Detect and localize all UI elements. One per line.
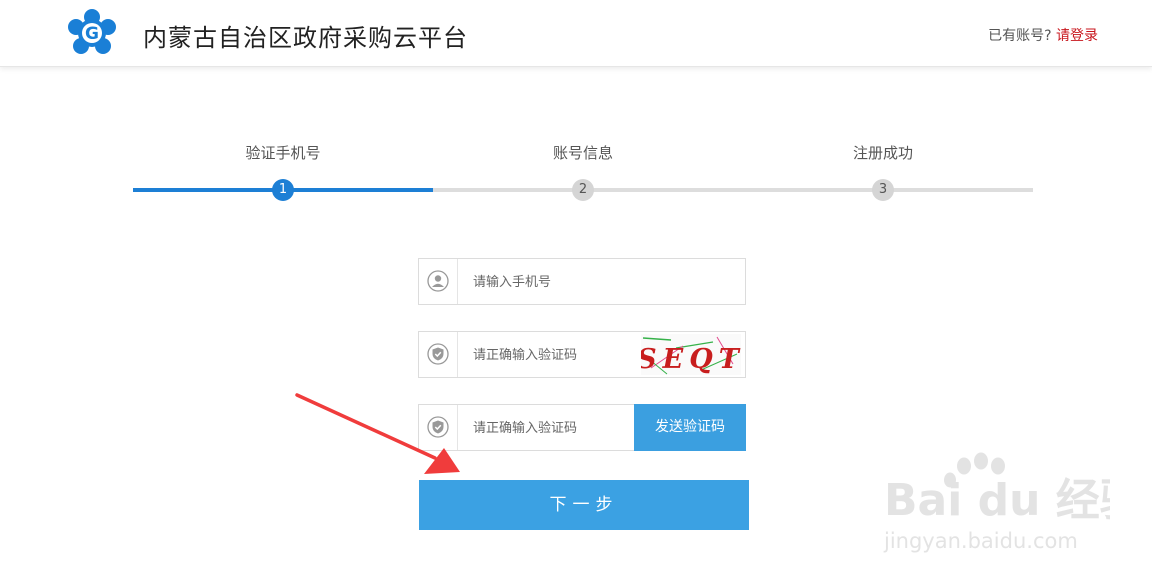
registration-steps: 验证手机号 账号信息 注册成功 1 2 3 bbox=[133, 140, 1033, 210]
baidu-jingyan-watermark: Bai du 经验 jingyan.baidu.com bbox=[883, 452, 1110, 553]
shield-check-icon bbox=[427, 343, 449, 365]
phone-input[interactable] bbox=[473, 270, 638, 294]
login-link[interactable]: 请登录 bbox=[1056, 28, 1098, 44]
captcha-field-icon-box bbox=[419, 332, 458, 377]
user-icon bbox=[427, 270, 449, 292]
watermark-brand-text: Bai du 经验 bbox=[884, 475, 1110, 526]
captcha-image[interactable]: SEQT bbox=[641, 334, 741, 375]
step-marker-2: 2 bbox=[572, 179, 594, 201]
watermark-url: jingyan.baidu.com bbox=[883, 529, 1078, 553]
svg-text:G: G bbox=[85, 24, 99, 44]
top-header: G 内蒙古自治区政府采购云平台 已有账号? 请登录 bbox=[0, 0, 1152, 67]
platform-logo-icon[interactable]: G bbox=[66, 9, 118, 57]
step-label-registration-success: 注册成功 bbox=[852, 144, 914, 162]
login-area: 已有账号? 请登录 bbox=[988, 25, 1098, 45]
site-title: 内蒙古自治区政府采购云平台 bbox=[143, 24, 468, 52]
red-arrow-annotation-icon bbox=[295, 393, 460, 474]
step-marker-1: 1 bbox=[272, 179, 294, 201]
phone-field bbox=[418, 258, 746, 305]
login-prompt: 已有账号? bbox=[988, 28, 1052, 44]
step-marker-3: 3 bbox=[872, 179, 894, 201]
captcha-input[interactable] bbox=[473, 343, 638, 367]
step-label-verify-phone: 验证手机号 bbox=[245, 144, 321, 162]
captcha-field: SEQT bbox=[418, 331, 746, 378]
captcha-text: SEQT bbox=[641, 344, 741, 375]
sms-code-input[interactable] bbox=[473, 416, 638, 440]
phone-field-icon-box bbox=[419, 259, 458, 304]
step-label-account-info: 账号信息 bbox=[552, 144, 614, 162]
send-code-button[interactable]: 发送验证码 bbox=[634, 404, 746, 451]
